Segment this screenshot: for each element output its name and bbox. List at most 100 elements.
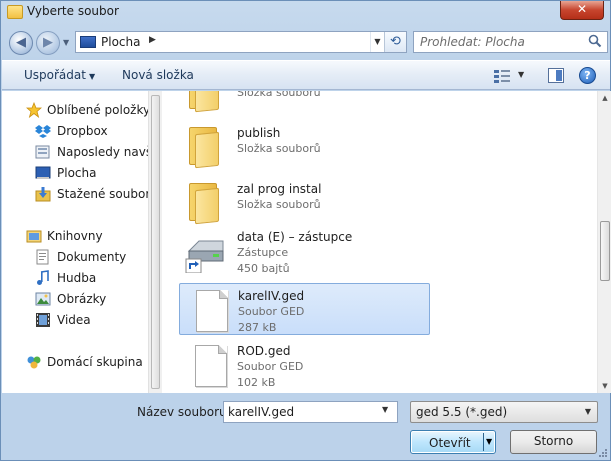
pictures-icon [35, 292, 51, 306]
sidebar-item-label: Plocha [57, 166, 97, 180]
desktop-icon [35, 166, 51, 179]
homegroup-icon [27, 356, 41, 369]
item-type: Zástupce [237, 246, 289, 259]
folder-icon [185, 125, 225, 169]
chevron-down-icon: ▼ [88, 72, 96, 81]
list-item-selected[interactable]: karelIV.ged Soubor GED 287 kB [179, 283, 430, 335]
folder-icon [185, 181, 225, 225]
chevron-right-icon[interactable]: ▶ [149, 35, 156, 45]
star-icon [26, 102, 42, 118]
item-name: ROD.ged [237, 344, 291, 358]
address-crumb[interactable]: Plocha [101, 35, 140, 49]
downloads-icon [35, 187, 51, 202]
close-button[interactable]: ✕ [560, 1, 604, 20]
cancel-button[interactable]: Storno [510, 430, 597, 454]
help-button[interactable]: ? [579, 67, 596, 84]
sidebar-item-music[interactable]: Hudba [2, 268, 148, 288]
scrollbar-thumb[interactable] [600, 221, 610, 281]
sidebar-item-label: Stažené soubory [57, 187, 148, 201]
item-type: Složka souborů [237, 91, 321, 99]
item-name: data (E) – zástupce [237, 230, 353, 244]
open-options-dropdown[interactable]: ▼ [486, 437, 492, 446]
organize-button[interactable]: Uspořádat ▼ [24, 68, 95, 82]
scroll-up-button[interactable]: ▲ [600, 93, 610, 103]
organize-label: Uspořádat [24, 68, 86, 82]
preview-pane-button[interactable] [548, 68, 564, 83]
list-item[interactable]: zal prog instal Složka souborů [179, 177, 429, 229]
sidebar-item-favorites[interactable]: Oblíbené položky [2, 100, 148, 120]
sidebar-item-label: Videa [57, 313, 91, 327]
sidebar-item-label: Domácí skupina [47, 355, 143, 369]
item-type: Složka souborů [237, 142, 321, 155]
file-list-scrollbar[interactable]: ▲ ▼ [597, 91, 611, 393]
libraries-icon [26, 230, 42, 243]
sidebar-item-label: Hudba [57, 271, 97, 285]
item-name: karelIV.ged [238, 289, 305, 303]
refresh-button[interactable]: ⟲ [384, 32, 406, 52]
item-type: Soubor GED [238, 305, 305, 318]
scrollbar-thumb[interactable] [151, 95, 160, 389]
recent-places-icon [35, 145, 50, 159]
sidebar-item-downloads[interactable]: Stažené soubory [2, 184, 148, 204]
file-type-value: ged 5.5 (*.ged) [416, 405, 508, 419]
item-size: 287 kB [238, 321, 277, 334]
sidebar-item-libraries[interactable]: Knihovny [2, 226, 148, 246]
sidebar-item-label: Knihovny [47, 229, 103, 243]
item-type: Složka souborů [237, 198, 321, 211]
item-name: publish [237, 126, 281, 140]
navigation-pane: Oblíbené položky Dropbox Naposledy navšt… [2, 91, 148, 393]
search-placeholder: Prohledat: Plocha [420, 35, 525, 49]
filename-label: Název souboru: [137, 405, 231, 419]
sidebar-item-videos[interactable]: Videa [2, 310, 148, 330]
list-item[interactable]: data (E) – zástupce Zástupce 450 bajtů [179, 225, 429, 277]
new-folder-button[interactable]: Nová složka [122, 68, 194, 82]
item-type: Soubor GED [237, 360, 304, 373]
file-icon [186, 288, 228, 332]
window-title: Vyberte soubor [27, 4, 119, 18]
search-input[interactable]: Prohledat: Plocha [413, 31, 608, 53]
sidebar-item-label: Obrázky [57, 292, 107, 306]
file-type-select[interactable]: ged 5.5 (*.ged) ▼ [410, 401, 598, 423]
split-divider [483, 433, 484, 451]
navigation-pane-scrollbar[interactable] [148, 91, 162, 393]
views-dropdown[interactable]: ▼ [518, 70, 524, 79]
address-bar[interactable]: Plocha ▶ ▼ ⟲ [75, 31, 407, 53]
sidebar-item-label: Naposledy navštívená místa [57, 145, 148, 159]
list-item[interactable]: ROD.ged Soubor GED 102 kB [179, 339, 429, 391]
recent-locations-dropdown[interactable]: ▼ [63, 38, 73, 48]
search-icon[interactable] [588, 34, 602, 48]
folder-icon [185, 91, 225, 113]
filename-history-dropdown[interactable]: ▼ [382, 405, 388, 414]
file-icon [185, 343, 227, 387]
resize-grip-icon[interactable] [598, 448, 608, 458]
sidebar-item-desktop[interactable]: Plocha [2, 163, 148, 183]
documents-icon [36, 249, 49, 265]
command-bar: Uspořádat ▼ Nová složka ▼ ? [2, 60, 610, 90]
item-name: zal prog instal [237, 182, 322, 196]
desktop-icon [80, 36, 96, 48]
open-button[interactable]: Otevřít ▼ [410, 430, 496, 454]
file-list: Složka souborů publish Složka souborů za… [163, 91, 598, 393]
sidebar-item-documents[interactable]: Dokumenty [2, 247, 148, 267]
dropbox-icon [35, 125, 51, 138]
sidebar-item-dropbox[interactable]: Dropbox [2, 121, 148, 141]
sidebar-item-label: Dokumenty [57, 250, 127, 264]
file-open-dialog: Vyberte soubor ✕ ◀ ▶ ▼ Plocha ▶ ▼ ⟲ Proh… [0, 0, 611, 461]
sidebar-item-pictures[interactable]: Obrázky [2, 289, 148, 309]
filename-input[interactable]: karelIV.ged [223, 401, 398, 423]
back-button[interactable]: ◀ [9, 31, 33, 55]
list-item[interactable]: Složka souborů [179, 91, 429, 117]
open-label: Otevřít [429, 436, 471, 450]
list-item[interactable]: publish Složka souborů [179, 121, 429, 173]
drive-shortcut-icon [185, 240, 224, 273]
music-icon [37, 270, 49, 285]
forward-button[interactable]: ▶ [36, 31, 60, 55]
sidebar-item-label: Dropbox [57, 124, 108, 138]
address-history-dropdown[interactable]: ▼ [370, 32, 384, 52]
item-size: 450 bajtů [237, 262, 290, 275]
item-size: 102 kB [237, 376, 276, 389]
sidebar-item-recent[interactable]: Naposledy navštívená místa [2, 142, 148, 162]
change-view-icon[interactable] [494, 69, 510, 83]
sidebar-item-homegroup[interactable]: Domácí skupina [2, 352, 148, 372]
scroll-down-button[interactable]: ▼ [600, 381, 610, 391]
